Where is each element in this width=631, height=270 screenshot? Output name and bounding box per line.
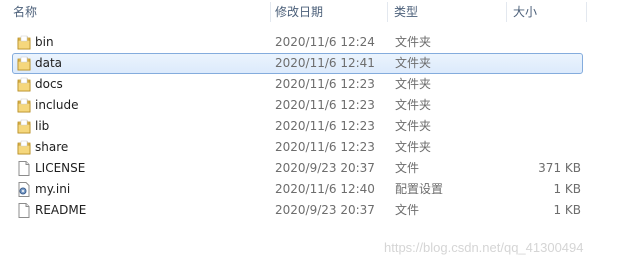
file-type: 配置设置 — [395, 182, 444, 196]
watermark-text: https://blog.csdn.net/qq_41300494 — [384, 240, 584, 255]
file-row-include[interactable]: include 2020/11/6 12:23 文件夹 — [12, 95, 583, 116]
folder-icon — [16, 98, 32, 113]
folder-icon — [16, 140, 32, 155]
folder-icon — [16, 119, 32, 134]
file-size — [503, 54, 581, 73]
file-type: 文件夹 — [395, 77, 432, 91]
file-size: 1 KB — [553, 182, 581, 196]
column-header-name[interactable]: 名称 ⌃ — [13, 0, 271, 24]
file-row-bin[interactable]: bin 2020/11/6 12:24 文件夹 — [12, 32, 583, 53]
file-size: 371 KB — [538, 161, 581, 175]
file-modified: 2020/11/6 12:23 — [275, 98, 375, 112]
file-modified: 2020/9/23 20:37 — [275, 203, 375, 217]
column-header-modified[interactable]: 修改日期 — [275, 0, 388, 24]
file-icon — [16, 161, 32, 176]
file-modified: 2020/11/6 12:41 — [275, 56, 375, 70]
file-size — [503, 138, 581, 157]
column-header-type-label: 类型 — [394, 5, 419, 19]
folder-icon — [16, 35, 32, 50]
column-divider[interactable] — [387, 2, 388, 22]
column-header-modified-label: 修改日期 — [275, 5, 324, 19]
file-type: 文件 — [395, 161, 420, 175]
file-type: 文件夹 — [395, 35, 432, 49]
column-header-bar: 名称 ⌃ 修改日期 类型 大小 — [0, 0, 631, 24]
column-divider[interactable] — [586, 2, 587, 22]
file-name: include — [35, 98, 79, 112]
file-icon — [16, 203, 32, 218]
file-name: share — [35, 140, 69, 154]
column-header-name-label: 名称 — [13, 5, 38, 19]
file-size — [503, 117, 581, 136]
file-row-readme[interactable]: README 2020/9/23 20:37 文件 1 KB — [12, 200, 583, 221]
file-row-docs[interactable]: docs 2020/11/6 12:23 文件夹 — [12, 74, 583, 95]
file-name: my.ini — [35, 182, 71, 196]
sort-ascending-icon: ⌃ — [149, 0, 157, 6]
file-size — [503, 75, 581, 94]
file-row-data[interactable]: data 2020/11/6 12:41 文件夹 — [12, 53, 583, 74]
file-type: 文件 — [395, 203, 420, 217]
file-name: README — [35, 203, 87, 217]
file-name: LICENSE — [35, 161, 86, 175]
file-row-license[interactable]: LICENSE 2020/9/23 20:37 文件 371 KB — [12, 158, 583, 179]
file-modified: 2020/11/6 12:23 — [275, 140, 375, 154]
file-modified: 2020/11/6 12:40 — [275, 182, 375, 196]
file-type: 文件夹 — [395, 119, 432, 133]
file-type: 文件夹 — [395, 56, 432, 70]
column-header-size-label: 大小 — [513, 5, 538, 19]
column-divider[interactable] — [270, 2, 271, 22]
file-modified: 2020/9/23 20:37 — [275, 161, 375, 175]
file-list-view: 名称 ⌃ 修改日期 类型 大小 bin 2020/11/6 12:24 文件夹 dat… — [0, 0, 631, 270]
column-header-size[interactable]: 大小 — [513, 0, 587, 24]
folder-icon — [16, 77, 32, 92]
column-divider[interactable] — [506, 2, 507, 22]
file-modified: 2020/11/6 12:24 — [275, 35, 375, 49]
folder-icon — [16, 56, 32, 71]
file-name: data — [35, 56, 63, 70]
file-name: lib — [35, 119, 50, 133]
file-size — [503, 33, 581, 52]
file-row-my-ini[interactable]: my.ini 2020/11/6 12:40 配置设置 1 KB — [12, 179, 583, 200]
file-type: 文件夹 — [395, 98, 432, 112]
file-name: bin — [35, 35, 54, 49]
file-modified: 2020/11/6 12:23 — [275, 77, 375, 91]
settings-file-icon — [16, 182, 32, 197]
column-header-type[interactable]: 类型 — [394, 0, 507, 24]
file-row-share[interactable]: share 2020/11/6 12:23 文件夹 — [12, 137, 583, 158]
file-type: 文件夹 — [395, 140, 432, 154]
file-row-lib[interactable]: lib 2020/11/6 12:23 文件夹 — [12, 116, 583, 137]
file-modified: 2020/11/6 12:23 — [275, 119, 375, 133]
file-size: 1 KB — [553, 203, 581, 217]
file-size — [503, 96, 581, 115]
file-name: docs — [35, 77, 63, 91]
